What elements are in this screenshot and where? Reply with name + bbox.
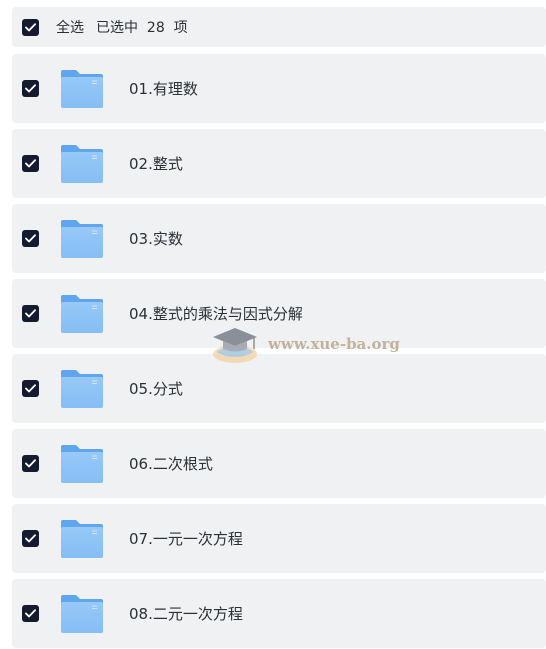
selected-count: 28 (146, 20, 165, 36)
folder-checkbox[interactable] (22, 605, 39, 622)
folder-name[interactable]: 02.整式 (129, 153, 183, 174)
folder-row[interactable]: 08.二元一次方程 (12, 579, 546, 648)
folder-name[interactable]: 07.一元一次方程 (129, 528, 243, 549)
checkmark-icon (25, 534, 36, 543)
select-all-bar: 全选 已选中 28 项 (12, 7, 546, 47)
checkmark-icon (25, 159, 36, 168)
folder-row[interactable]: 04.整式的乘法与因式分解 (12, 279, 546, 348)
folder-row[interactable]: 01.有理数 (12, 54, 546, 123)
folder-checkbox[interactable] (22, 380, 39, 397)
folder-icon (59, 444, 105, 484)
select-all-checkbox[interactable] (22, 18, 39, 36)
folder-checkbox[interactable] (22, 305, 39, 322)
folder-icon (59, 594, 105, 634)
folder-name[interactable]: 05.分式 (129, 378, 183, 399)
folder-checkbox[interactable] (22, 80, 39, 97)
selected-suffix: 项 (173, 20, 188, 36)
folder-name[interactable]: 04.整式的乘法与因式分解 (129, 303, 303, 324)
folder-row[interactable]: 07.一元一次方程 (12, 504, 546, 573)
folder-row[interactable]: 02.整式 (12, 129, 546, 198)
folder-checkbox[interactable] (22, 155, 39, 172)
selected-count-text: 已选中 28 项 (96, 17, 188, 37)
folder-checkbox[interactable] (22, 230, 39, 247)
folder-name[interactable]: 01.有理数 (129, 78, 198, 99)
folder-name[interactable]: 03.实数 (129, 228, 183, 249)
checkmark-icon (25, 459, 36, 468)
checkmark-icon (25, 234, 36, 243)
folder-row[interactable]: 03.实数 (12, 204, 546, 273)
folder-icon (59, 519, 105, 559)
folder-icon (59, 294, 105, 334)
folder-icon (59, 219, 105, 259)
folder-icon (59, 69, 105, 109)
checkmark-icon (25, 84, 36, 93)
folder-row[interactable]: 06.二次根式 (12, 429, 546, 498)
checkmark-icon (25, 309, 36, 318)
checkmark-icon (25, 22, 36, 31)
select-all-label[interactable]: 全选 (56, 17, 84, 37)
folder-row[interactable]: 05.分式 (12, 354, 546, 423)
folder-name[interactable]: 08.二元一次方程 (129, 603, 243, 624)
folder-icon (59, 144, 105, 184)
folder-icon (59, 369, 105, 409)
selected-prefix: 已选中 (96, 20, 138, 36)
checkmark-icon (25, 384, 36, 393)
checkmark-icon (25, 609, 36, 618)
folder-checkbox[interactable] (22, 530, 39, 547)
folder-checkbox[interactable] (22, 455, 39, 472)
folder-name[interactable]: 06.二次根式 (129, 453, 213, 474)
